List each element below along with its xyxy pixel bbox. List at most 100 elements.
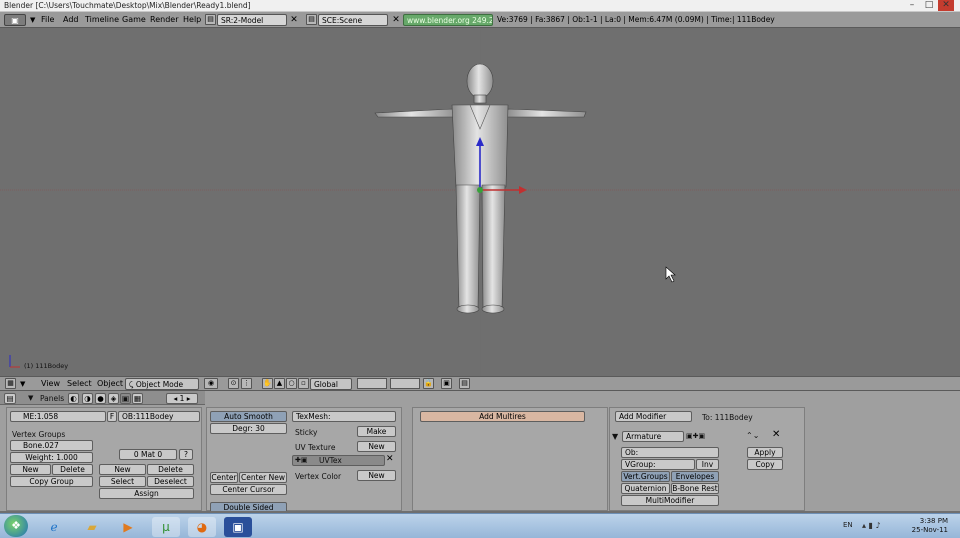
logic-context-icon[interactable]: ◐ [68, 393, 79, 404]
vgroup-delete-button[interactable]: Delete [52, 464, 93, 475]
material-deselect-button[interactable]: Deselect [147, 476, 194, 487]
texmesh-field[interactable]: TexMesh: [292, 411, 396, 422]
close-window-button[interactable]: ✕ [938, 0, 954, 11]
menu-file[interactable]: File [41, 14, 54, 26]
minimize-button[interactable]: – [904, 0, 920, 11]
center-new-button[interactable]: Center New [239, 472, 287, 483]
3d-viewport[interactable]: (1) 111Bodey [0, 29, 960, 376]
shading-context-icon[interactable]: ● [95, 393, 106, 404]
modifier-apply-button[interactable]: Apply [747, 447, 783, 458]
tray-clock[interactable]: 3:38 PM 25-Nov-11 [908, 517, 948, 535]
scale-manipulator-icon[interactable]: ▫ [298, 378, 309, 389]
header-collapse-icon[interactable]: ▼ [20, 378, 25, 390]
double-sided-toggle[interactable]: Double Sided [210, 502, 287, 511]
screen-recorder-icon[interactable]: ▣ [224, 517, 252, 537]
sticky-make-button[interactable]: Make [357, 426, 396, 437]
translate-manipulator-icon[interactable]: ▲ [274, 378, 285, 389]
fake-user-button[interactable]: F [107, 411, 117, 422]
ogl-render-icon[interactable]: ▤ [459, 378, 470, 389]
rotate-manipulator-icon[interactable]: ○ [286, 378, 297, 389]
internet-explorer-icon[interactable]: ℯ [40, 517, 68, 537]
menu-timeline[interactable]: Timeline [85, 14, 119, 26]
editor-type-icon[interactable]: ▣ [4, 14, 26, 26]
material-index-field[interactable]: 0 Mat 0 [119, 449, 177, 460]
editing-context-icon[interactable]: ▣ [120, 393, 131, 404]
modifier-expand-icon[interactable]: ▼ [612, 432, 618, 441]
hand-manipulator-icon[interactable]: ✋ [262, 378, 273, 389]
modifier-copy-button[interactable]: Copy [747, 459, 783, 470]
object-context-icon[interactable]: ◈ [108, 393, 119, 404]
auto-smooth-toggle[interactable]: Auto Smooth [210, 411, 287, 422]
material-delete-button[interactable]: Delete [147, 464, 194, 475]
object-name-field[interactable]: OB:111Bodey [118, 411, 200, 422]
menu-select[interactable]: Select [67, 378, 92, 390]
scene-delete-icon[interactable]: ✕ [390, 14, 402, 26]
material-select-button[interactable]: Select [99, 476, 146, 487]
screen-delete-icon[interactable]: ✕ [288, 14, 300, 26]
pivot-icon[interactable]: ⊙ [228, 378, 239, 389]
start-button[interactable]: ❖ [4, 515, 28, 537]
mesh-name-field[interactable]: ME:1.058 [10, 411, 106, 422]
scene-field[interactable]: SCE:Scene [318, 14, 388, 26]
uv-texture-new-button[interactable]: New [357, 441, 396, 452]
utorrent-icon[interactable]: µ [152, 517, 180, 537]
scene-browse-icon[interactable]: ▤ [306, 14, 317, 25]
uvtex-icons[interactable]: ✚▣ [295, 456, 307, 464]
multimodifier-toggle[interactable]: MultiModifier [621, 495, 719, 506]
modifier-inv-toggle[interactable]: Inv [696, 459, 719, 470]
snap-icon[interactable]: ⋮ [241, 378, 252, 389]
scene-context-icon[interactable]: ▦ [132, 393, 143, 404]
copy-group-button[interactable]: Copy Group [10, 476, 93, 487]
orientation-dropdown[interactable]: Global [310, 378, 352, 390]
modifier-delete-button[interactable]: ✕ [772, 430, 784, 441]
tray-icons[interactable]: ▴ ▮ ♪ [862, 521, 881, 530]
screen-browse-icon[interactable]: ▤ [205, 14, 216, 25]
media-player-icon[interactable]: ▶ [114, 517, 142, 537]
vert-groups-toggle[interactable]: Vert.Groups [621, 471, 670, 482]
add-modifier-button[interactable]: Add Modifier [615, 411, 692, 422]
lock-icon[interactable]: 🔒 [423, 378, 434, 389]
vgroup-new-button[interactable]: New [10, 464, 51, 475]
modifier-vgroup-field[interactable]: VGroup: [621, 459, 695, 470]
modifier-object-field[interactable]: Ob: [621, 447, 719, 458]
header-arrow-icon[interactable]: ▼ [28, 394, 33, 402]
armature-modifier-name[interactable]: Armature [622, 431, 684, 442]
menu-render[interactable]: Render [150, 14, 178, 26]
script-context-icon[interactable]: ◑ [82, 393, 93, 404]
blender-url-field[interactable]: www.blender.org 249.2 [403, 14, 493, 26]
buttons-editor-icon[interactable]: ▤ [4, 393, 16, 404]
layers-block-b[interactable] [390, 378, 420, 389]
modifier-move-icons[interactable]: ⌃⌄ [746, 431, 759, 440]
frame-field[interactable]: ◂ 1 ▸ [166, 393, 198, 404]
quaternion-toggle[interactable]: Quaternion [621, 483, 670, 494]
maximize-button[interactable]: □ [921, 0, 937, 11]
menu-help[interactable]: Help [183, 14, 201, 26]
collapse-arrow-icon[interactable]: ▼ [30, 14, 35, 26]
modifier-display-icons[interactable]: ▣✚▣ [686, 432, 705, 440]
render-preview-icon[interactable]: ▣ [441, 378, 452, 389]
center-cursor-button[interactable]: Center Cursor [210, 484, 287, 495]
center-button[interactable]: Center [210, 472, 238, 483]
material-help-button[interactable]: ? [179, 449, 193, 460]
draw-type-icon[interactable]: ◉ [204, 378, 218, 389]
language-indicator[interactable]: EN [843, 521, 853, 529]
menu-view[interactable]: View [41, 378, 60, 390]
file-explorer-icon[interactable]: ▰ [78, 517, 106, 537]
mode-dropdown[interactable]: ⤹ Object Mode [125, 378, 199, 390]
blender-taskbar-icon[interactable]: ◕ [188, 517, 216, 537]
envelopes-toggle[interactable]: Envelopes [671, 471, 719, 482]
menu-add[interactable]: Add [63, 14, 79, 26]
material-new-button[interactable]: New [99, 464, 146, 475]
uvtex-delete-button[interactable]: ✕ [386, 454, 398, 465]
degr-field[interactable]: Degr: 30 [210, 423, 287, 434]
weight-field[interactable]: Weight: 1.000 [10, 452, 93, 463]
material-assign-button[interactable]: Assign [99, 488, 194, 499]
menu-object[interactable]: Object [97, 378, 123, 390]
view3d-editor-icon[interactable]: ▦ [5, 378, 16, 389]
menu-game[interactable]: Game [122, 14, 146, 26]
vertex-color-new-button[interactable]: New [357, 470, 396, 481]
bbone-rest-toggle[interactable]: B-Bone Rest [671, 483, 719, 494]
vertex-group-field[interactable]: Bone.027 [10, 440, 93, 451]
screen-field[interactable]: SR:2-Model [217, 14, 287, 26]
add-multires-button[interactable]: Add Multires [420, 411, 585, 422]
